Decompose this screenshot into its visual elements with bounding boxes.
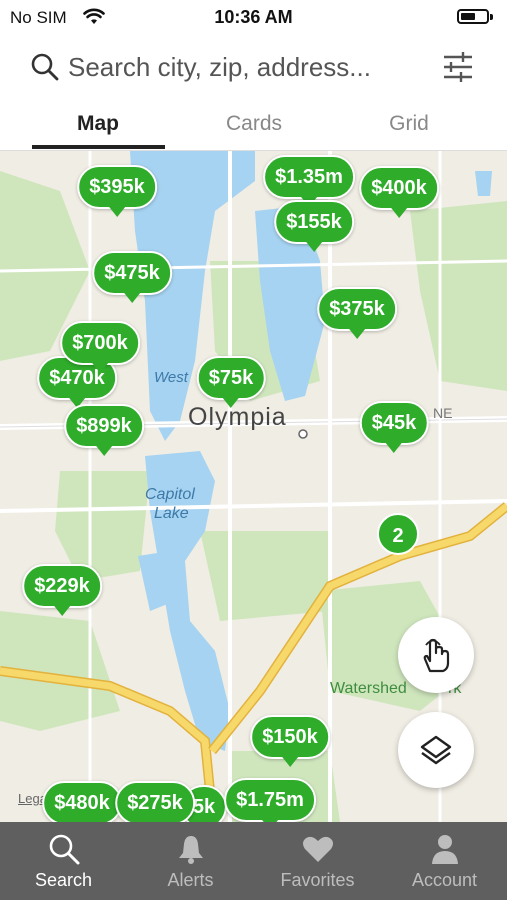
battery-icon bbox=[457, 9, 489, 24]
price-pin[interactable]: $1.75m bbox=[224, 778, 316, 822]
water-label: West bbox=[154, 369, 188, 386]
lake-label-2: Lake bbox=[154, 505, 189, 522]
road-label: NE bbox=[433, 405, 453, 421]
price-pin[interactable]: $45k bbox=[359, 401, 429, 453]
nav-favorites[interactable]: Favorites bbox=[254, 822, 381, 900]
price-pin[interactable]: $1.35m bbox=[263, 155, 355, 207]
tab-cards[interactable]: Cards bbox=[184, 112, 324, 136]
tab-grid[interactable]: Grid bbox=[339, 112, 479, 136]
nav-alerts[interactable]: Alerts bbox=[127, 822, 254, 900]
price-pin[interactable]: $480k bbox=[42, 781, 122, 822]
search-input[interactable] bbox=[68, 48, 428, 86]
person-icon bbox=[428, 832, 462, 871]
tab-active-indicator bbox=[32, 145, 165, 149]
layers-icon bbox=[420, 735, 452, 765]
map-view[interactable]: Olympia Capitol Lake West NE Watershed r… bbox=[0, 151, 507, 822]
nav-account[interactable]: Account bbox=[381, 822, 507, 900]
price-pin[interactable]: $229k bbox=[22, 564, 102, 616]
clock: 10:36 AM bbox=[214, 7, 293, 27]
price-pin[interactable]: $75k bbox=[196, 356, 266, 408]
price-pin[interactable]: $155k bbox=[274, 200, 354, 252]
view-tabs: Map Cards Grid bbox=[0, 100, 507, 151]
price-pin[interactable]: $375k bbox=[317, 287, 397, 339]
draw-search-button[interactable] bbox=[398, 617, 474, 693]
heart-icon bbox=[301, 832, 335, 871]
status-bar: No SIM 10:36 AM bbox=[0, 0, 507, 34]
price-pin[interactable]: $400k bbox=[359, 166, 439, 218]
search-icon bbox=[47, 832, 81, 871]
nav-search[interactable]: Search bbox=[0, 822, 127, 900]
nav-label: Search bbox=[34, 870, 93, 890]
search-icon bbox=[30, 52, 60, 87]
map-layers-button[interactable] bbox=[398, 712, 474, 788]
tab-map[interactable]: Map bbox=[28, 112, 168, 136]
lake-label: Capitol bbox=[145, 486, 195, 503]
hand-draw-icon bbox=[423, 638, 450, 673]
price-pin[interactable]: $899k bbox=[64, 404, 144, 456]
bottom-nav: Search Alerts Favorites Account bbox=[0, 822, 507, 900]
price-pin[interactable]: $700k bbox=[60, 321, 140, 373]
nav-label: Alerts bbox=[167, 870, 214, 890]
price-pin[interactable]: $475k bbox=[92, 251, 172, 303]
price-pin[interactable]: $150k bbox=[250, 715, 330, 767]
nav-label: Favorites bbox=[280, 870, 355, 890]
price-pin[interactable]: $275k bbox=[115, 781, 195, 822]
search-bar bbox=[0, 34, 507, 100]
cluster-marker[interactable]: 2 bbox=[377, 513, 419, 555]
park-label: Watershed bbox=[330, 680, 407, 697]
nav-label: Account bbox=[411, 870, 478, 890]
battery-tip bbox=[490, 14, 493, 20]
bell-icon bbox=[174, 832, 208, 871]
price-pin[interactable]: $395k bbox=[77, 165, 157, 217]
filter-icon[interactable] bbox=[441, 50, 475, 89]
